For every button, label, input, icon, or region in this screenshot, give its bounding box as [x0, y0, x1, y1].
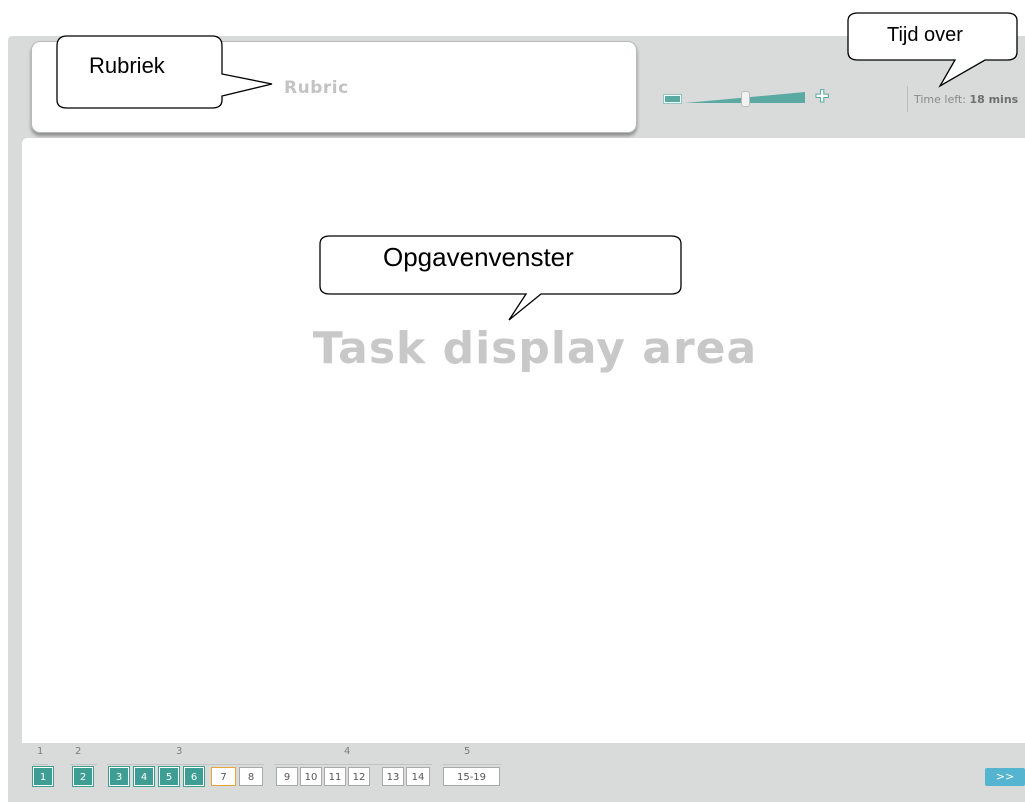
question-button-2[interactable]: 2: [72, 766, 94, 787]
callout-rubriek: Rubriek: [89, 53, 165, 78]
question-button-5[interactable]: 5: [158, 766, 180, 787]
question-button-1[interactable]: 1: [32, 766, 54, 787]
question-button-4[interactable]: 4: [133, 766, 155, 787]
question-button-10[interactable]: 10: [300, 767, 322, 786]
section-divider: [274, 764, 432, 765]
callout-opgavenvenster: Opgavenvenster: [383, 242, 574, 272]
question-button-15-19[interactable]: 15-19: [443, 767, 500, 786]
callout-layer: [56, 12, 1018, 321]
section-number: 5: [464, 746, 471, 757]
section-divider: [443, 764, 501, 765]
callout-tijd-over: Tijd over: [887, 24, 963, 46]
section-number: 1: [37, 746, 44, 757]
section-divider: [107, 764, 264, 765]
section-divider: [70, 764, 97, 765]
question-button-9[interactable]: 9: [276, 767, 298, 786]
question-button-7[interactable]: 7: [211, 767, 236, 786]
section-number: 4: [344, 746, 351, 757]
question-button-11[interactable]: 11: [324, 767, 346, 786]
question-button-3[interactable]: 3: [108, 766, 130, 787]
question-button-12[interactable]: 12: [348, 767, 370, 786]
question-button-14[interactable]: 14: [406, 767, 430, 786]
section-number: 3: [176, 746, 183, 757]
question-button-13[interactable]: 13: [382, 767, 404, 786]
question-button-8[interactable]: 8: [239, 767, 263, 786]
section-number: 2: [75, 746, 82, 757]
next-button[interactable]: >>: [985, 768, 1025, 786]
question-button-6[interactable]: 6: [183, 766, 205, 787]
section-divider: [33, 764, 48, 765]
